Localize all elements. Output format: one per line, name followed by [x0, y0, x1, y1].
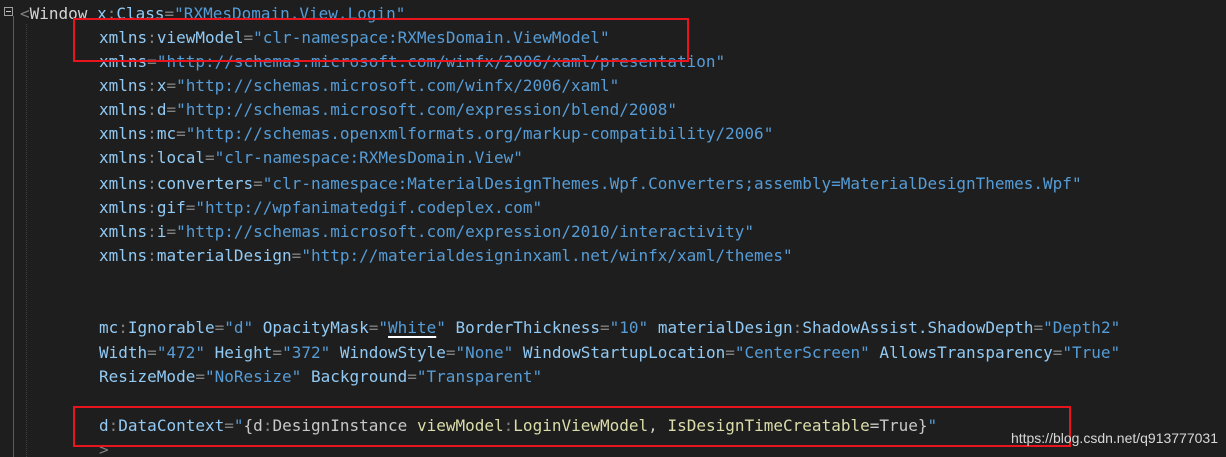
ext-property-name: IsDesignTimeCreatable — [667, 416, 870, 435]
quote: " — [233, 416, 244, 435]
xmlns-keyword: xmlns — [99, 246, 148, 265]
brace-close: } — [917, 416, 928, 435]
code-line-tag-close[interactable]: > — [99, 440, 109, 457]
code-line-xmlns[interactable]: xmlns:local="clr-namespace:RXMesDomain.V… — [99, 148, 523, 168]
code-line-xmlns[interactable]: xmlns:materialDesign="http://materialdes… — [99, 246, 793, 266]
namespace-prefix: viewModel — [156, 28, 244, 47]
attr-name: OpacityMask — [262, 318, 369, 337]
attr-name: DataContext — [118, 416, 225, 435]
code-line-xmlns[interactable]: xmlns="http://schemas.microsoft.com/winf… — [99, 52, 725, 72]
namespace-value: "http://wpfanimatedgif.codeplex.com" — [195, 198, 543, 217]
attr-value: "472" — [156, 343, 205, 362]
code-line-xmlns[interactable]: xmlns:converters="clr-namespace:Material… — [99, 174, 1082, 194]
brace-open: { — [243, 416, 254, 435]
namespace-prefix: x — [156, 76, 167, 95]
code-line-datacontext[interactable]: d:DataContext="{d:DesignInstance viewMod… — [99, 416, 937, 436]
attr-value: "CenterScreen" — [734, 343, 870, 362]
attr-name: Class — [116, 4, 165, 23]
code-line-xmlns[interactable]: xmlns:i="http://schemas.microsoft.com/ex… — [99, 222, 754, 242]
code-line-props-1[interactable]: mc:Ignorable="d" OpacityMask="White" Bor… — [99, 318, 1120, 338]
attr-name: BorderThickness — [455, 318, 601, 337]
attr-name: ResizeMode — [99, 367, 196, 386]
attr-name: AllowsTransparency — [879, 343, 1053, 362]
outline-margin — [13, 16, 14, 457]
element-name: Window — [29, 4, 88, 23]
code-line-xmlns[interactable]: xmlns:viewModel="clr-namespace:RXMesDoma… — [99, 28, 610, 48]
attr-name: ShadowAssist.ShadowDepth — [802, 318, 1034, 337]
xmlns-keyword: xmlns — [99, 100, 148, 119]
xmlns-keyword: xmlns — [99, 148, 148, 167]
attr-value: "372" — [282, 343, 331, 362]
code-line-props-2[interactable]: Width="472" Height="372" WindowStyle="No… — [99, 343, 1120, 363]
attr-prefix: materialDesign — [657, 318, 793, 337]
watermark-url: https://blog.csdn.net/q913777031 — [1010, 430, 1218, 446]
attr-name: Background — [310, 367, 408, 386]
namespace-value: "clr-namespace:RXMesDomain.View" — [214, 148, 523, 167]
xmlns-keyword: xmlns — [99, 198, 148, 217]
indent-guide — [26, 24, 27, 457]
namespace-value: "clr-namespace:MaterialDesignThemes.Wpf.… — [262, 174, 1082, 193]
xmlns-keyword: xmlns — [99, 52, 148, 71]
ext-prefix: d — [253, 416, 263, 435]
color-value-white[interactable]: White — [388, 318, 436, 337]
attr-name: Ignorable — [127, 318, 215, 337]
namespace-prefix: local — [156, 148, 205, 167]
namespace-prefix: d — [156, 100, 167, 119]
quote: " — [378, 318, 389, 337]
code-line-window-open[interactable]: <Window x:Class="RXMesDomain.View.Login" — [20, 4, 405, 24]
code-editor[interactable]: <Window x:Class="RXMesDomain.View.Login"… — [0, 0, 1226, 457]
code-line-xmlns[interactable]: xmlns:mc="http://schemas.openxmlformats.… — [99, 124, 773, 144]
quote: " — [927, 416, 938, 435]
code-line-xmlns[interactable]: xmlns:x="http://schemas.microsoft.com/wi… — [99, 76, 619, 96]
code-line-props-3[interactable]: ResizeMode="NoResize" Background="Transp… — [99, 367, 542, 387]
namespace-value: "http://materialdesigninxaml.net/winfx/x… — [301, 246, 793, 265]
namespace-value: "clr-namespace:RXMesDomain.ViewModel" — [253, 28, 610, 47]
attr-value: "RXMesDomain.View.Login" — [174, 4, 406, 23]
colon: : — [106, 4, 117, 23]
namespace-prefix: materialDesign — [156, 246, 292, 265]
attr-prefix: d — [99, 416, 109, 435]
ext-property-value: True — [879, 416, 918, 435]
attr-value: "None" — [455, 343, 514, 362]
namespace-value: "http://schemas.microsoft.com/winfx/2006… — [176, 76, 620, 95]
namespace-prefix: converters — [156, 174, 254, 193]
attr-value: "True" — [1062, 343, 1121, 362]
type-prefix: viewModel — [416, 416, 504, 435]
xmlns-keyword: xmlns — [99, 222, 148, 241]
xmlns-keyword: xmlns — [99, 174, 148, 193]
equals: = — [224, 416, 234, 435]
namespace-prefix: gif — [156, 198, 186, 217]
xmlns-keyword: xmlns — [99, 28, 148, 47]
attr-value: "Transparent" — [416, 367, 543, 386]
attr-prefix: mc — [99, 318, 119, 337]
xmlns-keyword: xmlns — [99, 124, 148, 143]
code-line-xmlns[interactable]: xmlns:d="http://schemas.microsoft.com/ex… — [99, 100, 677, 120]
attr-name: WindowStartupLocation — [522, 343, 726, 362]
tag-bracket: < — [20, 4, 30, 23]
namespace-prefix: mc — [156, 124, 177, 143]
namespace-prefix: i — [156, 222, 167, 241]
tag-bracket: > — [99, 440, 109, 457]
namespace-value: "http://schemas.microsoft.com/expression… — [176, 222, 755, 241]
attr-value: "10" — [609, 318, 649, 337]
attr-value: "d" — [224, 318, 254, 337]
quote: " — [436, 318, 446, 337]
attr-name: WindowStyle — [339, 343, 446, 362]
type-name: LoginViewModel — [513, 416, 649, 435]
equals: = — [164, 4, 175, 23]
markup-extension-name: DesignInstance — [272, 416, 408, 435]
namespace-value: "http://schemas.microsoft.com/winfx/2006… — [156, 52, 726, 71]
collapse-icon[interactable] — [4, 7, 13, 16]
attr-value: "Depth2" — [1043, 318, 1121, 337]
code-line-xmlns[interactable]: xmlns:gif="http://wpfanimatedgif.codeple… — [99, 198, 542, 218]
namespace-value: "http://schemas.openxmlformats.org/marku… — [185, 124, 774, 143]
comma: , — [648, 416, 658, 435]
xmlns-keyword: xmlns — [99, 76, 148, 95]
attr-value: "NoResize" — [204, 367, 302, 386]
attr-name: Width — [99, 343, 148, 362]
attr-name: Height — [214, 343, 273, 362]
equals: = — [869, 416, 880, 435]
attr-prefix: x — [97, 4, 107, 23]
namespace-value: "http://schemas.microsoft.com/expression… — [176, 100, 677, 119]
